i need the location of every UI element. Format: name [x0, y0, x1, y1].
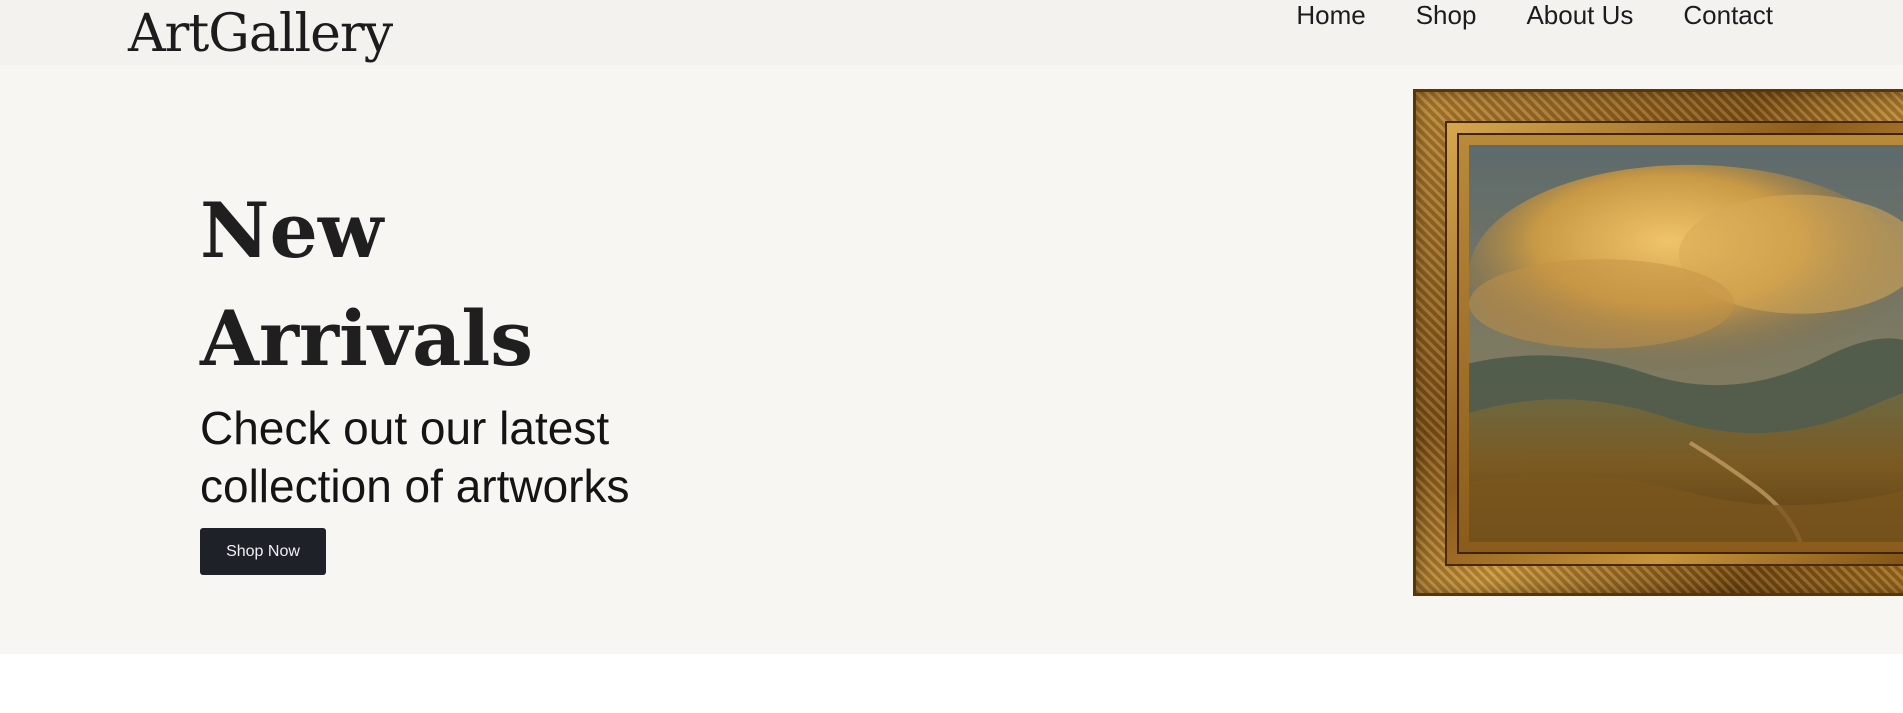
nav-home-link[interactable]: Home — [1296, 0, 1365, 30]
hero-subtitle-line-2: collection of artworks — [200, 460, 630, 512]
page: ArtGallery Home Shop About Us Contact Ne… — [0, 0, 1903, 713]
hero-title-line-2: Arrivals — [200, 294, 533, 383]
nav-contact-link[interactable]: Contact — [1683, 0, 1773, 30]
shop-now-button[interactable]: Shop Now — [200, 528, 326, 575]
site-logo[interactable]: ArtGallery — [128, 2, 393, 66]
frame-inner-molding — [1445, 121, 1903, 566]
hero-subtitle: Check out our latest collection of artwo… — [200, 399, 720, 515]
nav-shop-link[interactable]: Shop — [1416, 0, 1477, 30]
landscape-painting — [1469, 145, 1903, 542]
framed-painting-image — [1413, 89, 1903, 596]
hero-title-line-1: New — [200, 186, 384, 275]
landscape-painting-svg — [1469, 145, 1903, 542]
nav-about-us-link[interactable]: About Us — [1526, 0, 1633, 30]
main-nav: Home Shop About Us Contact — [1296, 0, 1773, 30]
hero-section: New Arrivals Check out our latest collec… — [0, 65, 1903, 654]
hero-subtitle-line-1: Check out our latest — [200, 402, 610, 454]
hero-title: New Arrivals — [200, 177, 620, 393]
site-header: ArtGallery Home Shop About Us Contact — [0, 0, 1903, 65]
frame-mat — [1457, 133, 1903, 554]
